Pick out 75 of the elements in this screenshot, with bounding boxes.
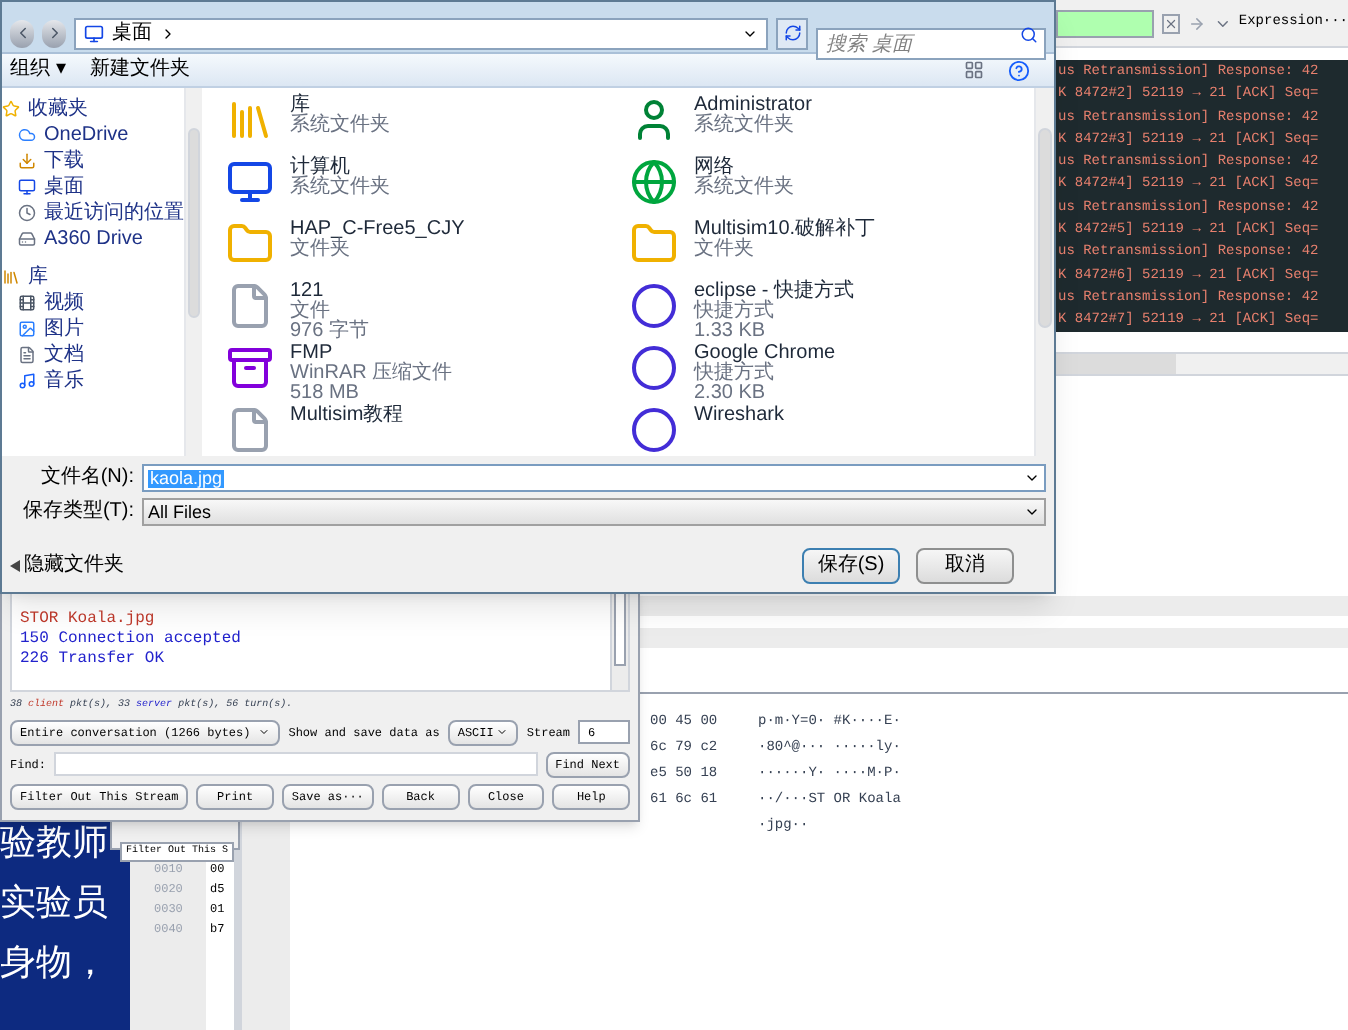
filetype-dropdown[interactable]: All Files (142, 498, 1046, 527)
stream-line: 226 Transfer OK (20, 650, 167, 670)
file-item[interactable]: eclipse - 快捷方式 快捷方式 1.33 KB (630, 282, 1034, 345)
file-item[interactable]: HAP_C-Free5_CJY 文件夹 (226, 220, 630, 283)
file-item[interactable]: Google Chrome 快捷方式 2.30 KB (630, 344, 1034, 407)
cloud-icon (18, 126, 36, 145)
address-bar[interactable]: 桌面 (74, 17, 768, 50)
drive-icon (18, 230, 36, 249)
recent-icon (18, 204, 36, 223)
file-item[interactable]: Wireshark (630, 406, 1034, 457)
documents-icon (18, 346, 36, 365)
file-icon (226, 282, 274, 331)
dropdown-icon (258, 726, 271, 738)
file-item[interactable]: Administrator 系统文件夹 (630, 96, 1034, 159)
file-item[interactable]: 121 文件 976 字节 (226, 282, 630, 345)
sidebar-item[interactable]: OneDrive (18, 122, 184, 149)
help-icon[interactable] (1008, 59, 1030, 82)
computer-icon (226, 158, 274, 207)
search-field[interactable]: 搜索 桌面 (816, 28, 1046, 61)
archive-icon (226, 344, 274, 393)
search-icon (1020, 25, 1038, 44)
sidebar-item[interactable]: 图片 (18, 316, 184, 343)
sidebar-item[interactable]: 库 (2, 264, 184, 291)
refresh-button[interactable] (776, 17, 808, 50)
desktop-icon (84, 23, 104, 44)
stream-line: STOR Koala.jpg (20, 610, 157, 630)
sidebar-item[interactable]: 最近访问的位置 (18, 200, 184, 227)
desktop-icon (18, 178, 36, 197)
app-shortcut-icon (630, 282, 678, 331)
file-item[interactable]: FMP WinRAR 压缩文件 518 MB (226, 344, 630, 407)
back-button[interactable] (10, 19, 34, 48)
clear-icon[interactable] (1161, 13, 1180, 33)
stream-line: 150 Connection accepted (20, 630, 243, 650)
downloads-icon (18, 152, 36, 171)
slide-text: 实验员 (0, 880, 110, 924)
file-icon (226, 406, 274, 455)
dropdown-icon (496, 726, 509, 738)
address-text: 桌面 (112, 23, 152, 44)
filename-label: 文件名(N): (38, 468, 134, 489)
scrollbar[interactable] (610, 590, 628, 690)
cancel-button[interactable]: 取消 (916, 548, 1014, 585)
sidebar-item[interactable]: 文档 (18, 342, 184, 369)
hide-folders-toggle[interactable]: 隐藏文件夹 (24, 556, 124, 577)
forward-button[interactable] (42, 19, 66, 48)
sidebar-item[interactable]: 桌面 (18, 174, 184, 201)
find-field[interactable] (54, 752, 538, 776)
expand-triangle-icon[interactable] (10, 560, 20, 573)
sidebar-item[interactable]: A360 Drive (18, 226, 184, 253)
sidebar-item[interactable]: 下载 (18, 148, 184, 175)
horizontal-scrollbar[interactable] (1056, 352, 1348, 376)
sidebar-item[interactable]: 视频 (18, 290, 184, 317)
refresh-icon (783, 24, 801, 43)
library-icon (2, 268, 20, 287)
scrollbar[interactable] (184, 88, 202, 457)
sidebar-item[interactable]: 音乐 (18, 368, 184, 395)
slide-text: 身物， (0, 940, 110, 984)
app-shortcut-icon (630, 406, 678, 455)
file-item[interactable]: Multisim教程 (226, 406, 630, 457)
file-item[interactable]: 计算机 系统文件夹 (226, 158, 630, 221)
save-button[interactable]: 保存(S) (802, 548, 900, 585)
pictures-icon (18, 320, 36, 339)
video-icon (18, 294, 36, 313)
scrollbar[interactable] (1034, 88, 1054, 457)
favorites-icon (2, 100, 20, 119)
globe-icon (630, 158, 678, 207)
view-options-icon[interactable] (964, 60, 984, 81)
filetype-label: 保存类型(T): (20, 502, 134, 523)
new-folder-button[interactable]: 新建文件夹 (89, 60, 190, 81)
apply-arrow-icon[interactable] (1187, 13, 1206, 33)
sidebar-item[interactable]: 收藏夹 (2, 96, 184, 123)
chevron-icon (160, 25, 176, 42)
filter-field[interactable] (1056, 9, 1154, 37)
app-shortcut-icon (630, 344, 678, 393)
organize-button[interactable]: 组织 ▾ (10, 60, 66, 81)
music-icon (18, 372, 36, 391)
